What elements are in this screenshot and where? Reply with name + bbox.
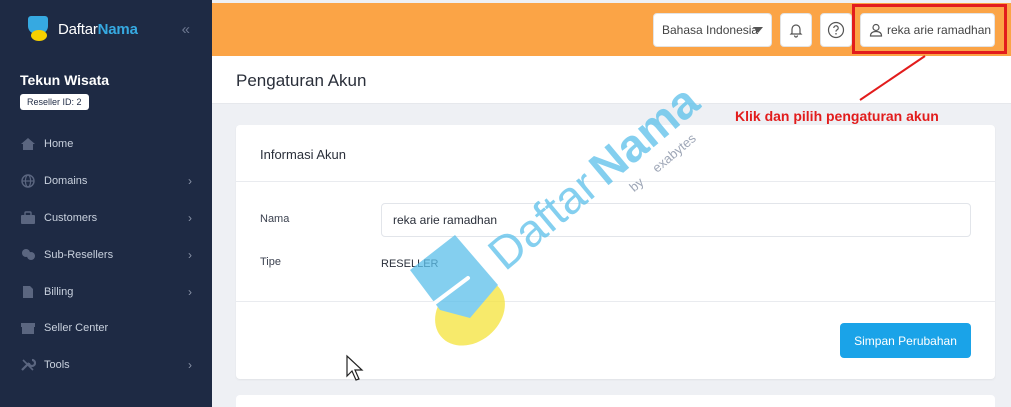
chevron-right-icon: › <box>188 284 192 299</box>
account-name: Tekun Wisata <box>20 72 110 88</box>
bell-icon <box>789 24 803 38</box>
chevron-right-icon: › <box>188 174 192 189</box>
sidebar-item-label: Customers <box>44 211 98 224</box>
document-icon <box>20 285 36 299</box>
card-title: Informasi Akun <box>236 125 995 182</box>
caret-down-icon <box>753 27 763 33</box>
sidebar-item-home[interactable]: Home <box>0 126 212 163</box>
page-title: Pengaturan Akun <box>236 71 367 90</box>
sidebar-item-label: Tools <box>44 359 70 372</box>
sidebar-item-customers[interactable]: Customers › <box>0 200 212 237</box>
sidebar-item-seller-center[interactable]: Seller Center <box>0 310 212 347</box>
sidebar-item-label: Domains <box>44 175 88 188</box>
chevron-right-icon: › <box>188 358 192 373</box>
chevron-right-icon: › <box>188 247 192 262</box>
user-menu-button[interactable]: reka arie ramadhan <box>860 13 995 47</box>
briefcase-icon <box>20 211 36 225</box>
user-icon <box>869 23 883 37</box>
users-icon <box>20 248 36 262</box>
sidebar: DaftarNama « Tekun Wisata Reseller ID: 2… <box>0 0 212 407</box>
collapse-sidebar-button[interactable]: « <box>182 21 190 38</box>
sidebar-item-label: Sub-Resellers <box>44 248 114 261</box>
sidebar-item-sub-resellers[interactable]: Sub-Resellers › <box>0 236 212 273</box>
type-label: Tipe <box>260 256 281 268</box>
secondary-card <box>236 395 995 407</box>
logo[interactable]: DaftarNama « <box>0 0 212 58</box>
annotation-text: Klik dan pilih pengaturan akun <box>735 108 939 124</box>
save-changes-button[interactable]: Simpan Perubahan <box>840 323 971 358</box>
sidebar-item-domains[interactable]: Domains › <box>0 163 212 200</box>
account-info-card: Informasi Akun Nama reka arie ramadhan T… <box>236 125 995 379</box>
language-select-value: Bahasa Indonesia <box>662 23 759 37</box>
globe-icon <box>20 174 36 188</box>
sidebar-item-label: Home <box>44 138 74 151</box>
help-button[interactable] <box>820 13 852 47</box>
logo-mark-icon <box>26 16 52 42</box>
language-select[interactable]: Bahasa Indonesia <box>653 13 772 47</box>
type-value: RESELLER <box>381 258 439 270</box>
divider <box>236 301 995 302</box>
chevron-right-icon: › <box>188 210 192 225</box>
user-name: reka arie ramadhan <box>887 23 992 37</box>
sidebar-item-label: Billing <box>44 285 74 298</box>
logo-text: DaftarNama <box>58 20 138 38</box>
store-icon <box>20 321 36 335</box>
question-circle-icon <box>827 21 845 39</box>
top-bar: Bahasa Indonesia reka arie ramadhan <box>212 3 1011 56</box>
name-input[interactable]: reka arie ramadhan <box>381 203 971 237</box>
sidebar-item-billing[interactable]: Billing › <box>0 273 212 310</box>
sidebar-item-label: Seller Center <box>44 322 109 335</box>
sidebar-item-tools[interactable]: Tools › <box>0 347 212 384</box>
reseller-id-badge: Reseller ID: 2 <box>20 94 89 110</box>
wrench-icon <box>20 358 37 372</box>
sidebar-menu: Home Domains › Customers › Sub-Resellers… <box>0 126 212 384</box>
page-title-bar: Pengaturan Akun <box>212 56 1011 104</box>
home-icon <box>20 137 36 151</box>
notifications-button[interactable] <box>780 13 812 47</box>
account-block: Tekun Wisata Reseller ID: 2 <box>0 58 212 120</box>
name-label: Nama <box>260 213 290 225</box>
